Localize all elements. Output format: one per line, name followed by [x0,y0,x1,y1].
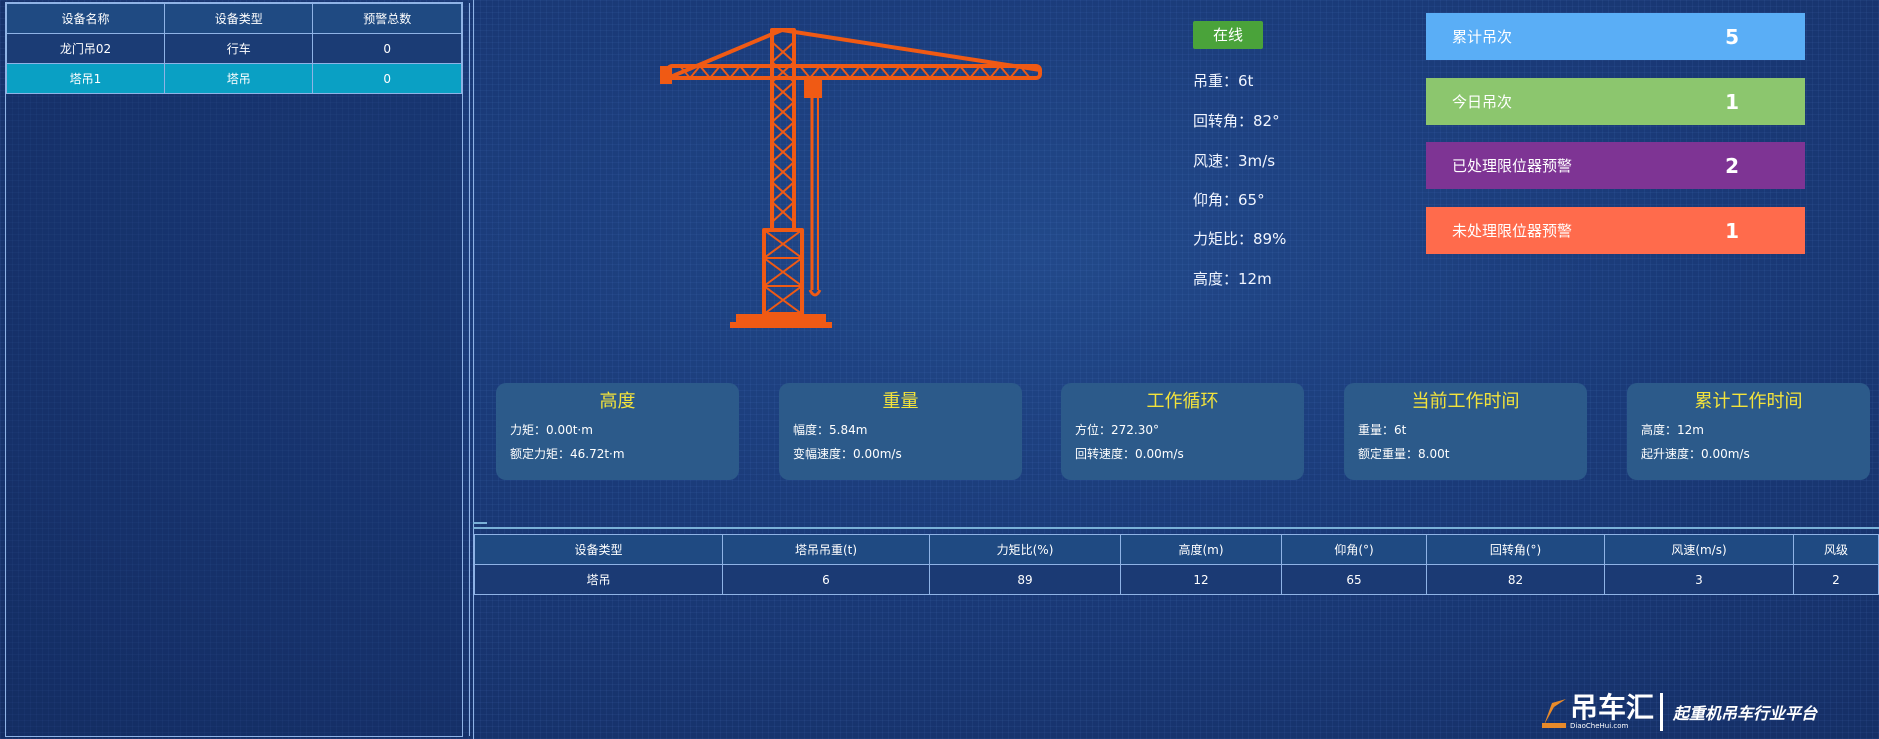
counter-label: 未处理限位器预警 [1452,222,1573,240]
metric-wind-speed: 风速：3m/s [1193,152,1276,170]
metric-load: 吊重：6t [1193,72,1254,90]
card-title: 工作循环 [1146,391,1219,412]
card-total-work-time: 累计工作时间 高度：12m 起升速度：0.00m/s [1627,383,1870,480]
device-name-cell: 塔吊1 [6,63,165,94]
metric-elevation-angle: 仰角：65° [1193,191,1265,209]
device-table-header: 设备名称 设备类型 预警总数 [6,3,462,34]
logo-divider [1660,693,1664,731]
device-name-cell: 龙门吊02 [6,33,165,64]
card-line: 回转速度：0.00m/s [1075,447,1184,461]
card-height: 高度 力矩：0.00t·m 额定力矩：46.72t·m [496,383,739,480]
counter-today-lifts: 今日吊次 1 [1426,78,1805,125]
counter-value: 2 [1725,153,1739,178]
device-type-cell: 塔吊 [163,63,314,94]
panel-divider [473,0,474,739]
metric-slew-angle: 回转角：82° [1193,112,1280,130]
counter-value: 5 [1725,24,1739,49]
logo-slogan: 起重机吊车行业平台 [1673,704,1818,723]
card-title: 当前工作时间 [1411,391,1520,412]
divider [473,522,487,524]
card-line: 额定力矩：46.72t·m [510,447,625,461]
col-header: 风速(m/s) [1604,534,1794,565]
cell: 89 [929,564,1121,595]
metric-height: 高度：12m [1193,270,1272,288]
card-current-work-time: 当前工作时间 重量：6t 额定重量：8.00t [1344,383,1587,480]
col-header: 高度(m) [1120,534,1282,565]
col-header: 力矩比(%) [929,534,1121,565]
counter-label: 今日吊次 [1452,93,1513,111]
tower-crane-icon [660,28,1042,328]
col-header: 风级 [1793,534,1879,565]
realtime-data-table: 设备类型 塔吊吊重(t) 力矩比(%) 高度(m) 仰角(°) 回转角(°) 风… [474,534,1879,595]
crane-logo-icon [1542,699,1566,728]
cell: 塔吊 [474,564,723,595]
cell: 12 [1120,564,1282,595]
card-line: 幅度：5.84m [793,423,868,437]
counter-label: 已处理限位器预警 [1452,157,1573,175]
logo-text-block: 吊车汇 DiaoCheHui.com [1570,691,1655,731]
device-type-cell: 行车 [163,33,314,64]
col-header: 仰角(°) [1281,534,1427,565]
device-table: 设备名称 设备类型 预警总数 龙门吊02 行车 0 塔吊1 塔吊 0 [6,3,462,94]
counter-handled-limit-alerts: 已处理限位器预警 2 [1426,142,1805,189]
cell: 2 [1793,564,1879,595]
brand-logo: 吊车汇 DiaoCheHui.com 起重机吊车行业平台 [1540,692,1817,732]
counter-label: 累计吊次 [1452,28,1513,46]
card-title: 累计工作时间 [1694,391,1803,412]
card-title: 重量 [882,391,919,412]
col-header-alert-total: 预警总数 [312,3,462,34]
device-list-panel: 设备名称 设备类型 预警总数 龙门吊02 行车 0 塔吊1 塔吊 0 [5,2,470,737]
card-title: 高度 [599,391,636,412]
card-line: 额定重量：8.00t [1358,447,1450,461]
device-alert-cell: 0 [312,33,462,64]
data-table-header: 设备类型 塔吊吊重(t) 力矩比(%) 高度(m) 仰角(°) 回转角(°) 风… [474,534,1879,565]
card-line: 高度：12m [1641,423,1704,437]
online-status-badge: 在线 [1193,21,1263,49]
counter-value: 1 [1725,89,1739,114]
cell: 82 [1426,564,1605,595]
counter-total-lifts: 累计吊次 5 [1426,13,1805,60]
cell: 65 [1281,564,1427,595]
col-header: 回转角(°) [1426,534,1605,565]
col-header: 塔吊吊重(t) [722,534,930,565]
card-line: 力矩：0.00t·m [510,423,593,437]
divider [473,527,1879,529]
cell: 6 [722,564,930,595]
card-line: 重量：6t [1358,423,1407,437]
cell: 3 [1604,564,1794,595]
device-alert-cell: 0 [312,63,462,94]
card-line: 方位：272.30° [1075,423,1159,437]
card-line: 起升速度：0.00m/s [1641,447,1750,461]
col-header: 设备类型 [474,534,723,565]
card-work-cycle: 工作循环 方位：272.30° 回转速度：0.00m/s [1061,383,1304,480]
counter-unhandled-limit-alerts: 未处理限位器预警 1 [1426,207,1805,254]
card-weight: 重量 幅度：5.84m 变幅速度：0.00m/s [779,383,1022,480]
logo-brand: 吊车汇 [1570,691,1655,724]
card-line: 变幅速度：0.00m/s [793,447,902,461]
col-header-device-type: 设备类型 [163,3,314,34]
metric-moment-ratio: 力矩比：89% [1193,230,1287,248]
counter-value: 1 [1725,218,1739,243]
col-header-device-name: 设备名称 [6,3,165,34]
table-row[interactable]: 龙门吊02 行车 0 [6,33,462,64]
table-row[interactable]: 塔吊 6 89 12 65 82 3 2 [474,564,1879,595]
table-row-selected[interactable]: 塔吊1 塔吊 0 [6,63,462,94]
